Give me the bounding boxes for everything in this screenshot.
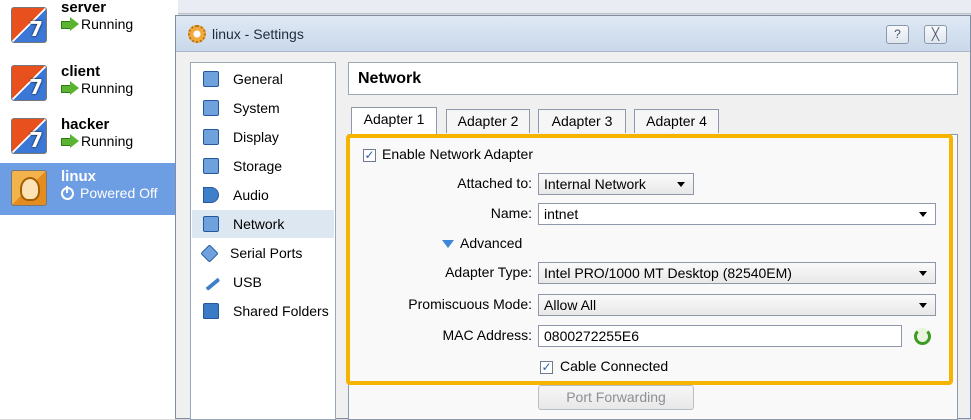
port-forwarding-button[interactable]: Port Forwarding [538, 385, 694, 410]
name-label: Name: [490, 205, 532, 221]
category-usb[interactable]: USB [192, 268, 334, 296]
powered-off-icon [61, 185, 74, 200]
mac-address-input[interactable]: 0800272255E6 [538, 325, 902, 347]
category-label: Audio [233, 187, 269, 203]
vm-name: client [61, 63, 101, 80]
cable-connected-label: Cable Connected [560, 358, 669, 374]
category-shared-folders[interactable]: Shared Folders [192, 297, 334, 325]
vm-name: hacker [61, 116, 110, 133]
tab-adapter-4[interactable]: Adapter 4 [634, 109, 719, 133]
promiscuous-mode-label: Promiscuous Mode: [408, 296, 532, 312]
speaker-icon [203, 187, 219, 203]
chip-icon [203, 100, 219, 116]
linux-os-icon [11, 170, 47, 206]
category-label: System [233, 100, 280, 116]
vm-status: Running [61, 80, 133, 96]
tab-adapter-3[interactable]: Adapter 3 [538, 109, 626, 133]
background-window-strip [178, 0, 971, 14]
category-label: Display [233, 129, 279, 145]
vm-status: Running [61, 16, 133, 32]
tab-adapter-1[interactable]: Adapter 1 [351, 107, 437, 135]
monitor-icon [203, 71, 219, 87]
category-label: Network [233, 216, 285, 232]
category-serial-ports[interactable]: Serial Ports [192, 239, 334, 267]
close-button[interactable]: ╳ [924, 25, 947, 44]
category-network[interactable]: Network [192, 210, 334, 238]
network-name-combobox[interactable]: intnet [538, 203, 936, 225]
category-general[interactable]: General [192, 65, 334, 93]
windows7-os-icon: 7 [11, 65, 47, 101]
display-icon [203, 129, 219, 145]
gear-icon [188, 25, 206, 43]
refresh-mac-icon[interactable] [914, 328, 931, 345]
vm-item-linux[interactable]: linux Powered Off [0, 163, 178, 215]
enable-adapter-checkbox[interactable]: ✓ [363, 149, 376, 162]
running-arrow-icon [61, 134, 79, 148]
folder-icon [203, 303, 219, 319]
vm-status: Running [61, 133, 133, 149]
section-header: Network [348, 62, 958, 95]
running-arrow-icon [61, 17, 79, 31]
category-label: Shared Folders [233, 303, 329, 319]
vm-status-text: Running [81, 133, 134, 149]
chevron-down-icon [919, 212, 927, 217]
promiscuous-mode-value: Allow All [544, 297, 597, 313]
disk-icon [203, 158, 219, 174]
category-label: USB [233, 274, 262, 290]
category-system[interactable]: System [192, 94, 334, 122]
network-name-value: intnet [544, 206, 579, 222]
vm-status-text: Powered Off [80, 185, 158, 201]
promiscuous-mode-select[interactable]: Allow All [538, 294, 936, 316]
chevron-down-icon [919, 271, 927, 276]
category-label: Storage [233, 158, 283, 174]
vm-item-hacker[interactable]: 7 hacker Running [0, 111, 178, 165]
adapter-type-value: Intel PRO/1000 MT Desktop (82540EM) [544, 265, 792, 281]
category-audio[interactable]: Audio [192, 181, 334, 209]
adapter-type-label: Adapter Type: [445, 264, 532, 280]
cable-connected-checkbox[interactable]: ✓ [540, 361, 553, 374]
windows7-os-icon: 7 [11, 7, 47, 43]
attached-to-label: Attached to: [457, 175, 532, 191]
dialog-title: linux - Settings [212, 26, 304, 42]
chevron-down-icon [677, 182, 685, 187]
help-button[interactable]: ? [886, 25, 909, 44]
settings-category-list: General System Display Storage Audio Net… [190, 62, 336, 420]
vm-status-text: Running [81, 16, 134, 32]
category-label: General [233, 71, 283, 87]
mac-address-label: MAC Address: [442, 327, 532, 343]
windows7-os-icon: 7 [11, 118, 47, 154]
usb-icon [201, 273, 221, 291]
enable-adapter-label: Enable Network Adapter [382, 146, 533, 162]
vm-item-client[interactable]: 7 client Running [0, 58, 178, 112]
vm-list: 7 server Running 7 client Running 7 hack… [0, 0, 178, 419]
network-icon [203, 216, 219, 232]
running-arrow-icon [61, 81, 79, 95]
vm-status-text: Running [81, 80, 134, 96]
vm-name: server [61, 0, 107, 16]
chevron-down-icon [919, 303, 927, 308]
category-display[interactable]: Display [192, 123, 334, 151]
vm-name: linux [61, 168, 97, 185]
attached-to-select[interactable]: Internal Network [538, 173, 694, 195]
mac-address-value: 0800272255E6 [544, 328, 639, 344]
dialog-titlebar[interactable]: linux - Settings ? ╳ [176, 16, 970, 52]
advanced-toggle[interactable]: Advanced [460, 235, 522, 251]
tab-adapter-2[interactable]: Adapter 2 [446, 109, 530, 133]
category-storage[interactable]: Storage [192, 152, 334, 180]
expand-triangle-icon[interactable] [442, 240, 454, 248]
serial-port-icon [200, 243, 219, 263]
vm-status: Powered Off [61, 185, 158, 201]
attached-to-value: Internal Network [544, 176, 646, 192]
vm-item-server[interactable]: 7 server Running [0, 0, 178, 54]
adapter-type-select[interactable]: Intel PRO/1000 MT Desktop (82540EM) [538, 262, 936, 284]
section-title: Network [358, 70, 422, 87]
category-label: Serial Ports [230, 245, 303, 261]
